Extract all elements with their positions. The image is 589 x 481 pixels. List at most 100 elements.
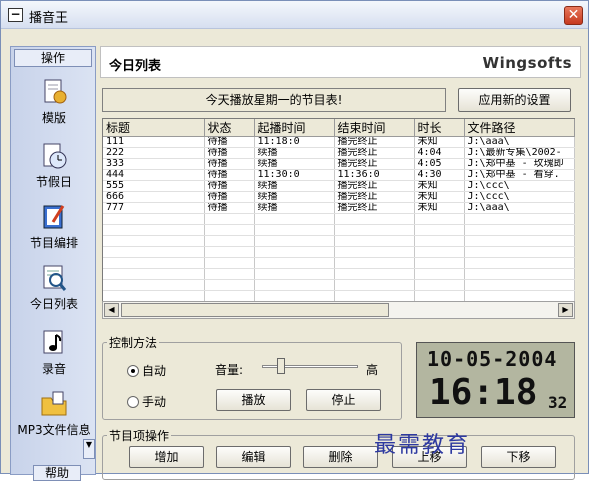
table-cell: 4:04	[414, 147, 465, 159]
table-cell	[103, 268, 205, 280]
table-cell: 11:18:0	[254, 136, 335, 148]
table-row[interactable]	[103, 235, 575, 247]
manual-label: 手动	[142, 395, 167, 409]
table-cell	[414, 257, 465, 269]
table-cell	[254, 224, 335, 236]
table-cell	[414, 235, 465, 247]
table-cell	[204, 290, 255, 302]
table-cell: 播完终止	[334, 136, 415, 148]
table-row[interactable]: 555 待播 续播 播完终止 未知 J:\ccc\	[103, 180, 575, 192]
table-cell	[334, 246, 415, 258]
record-icon	[43, 330, 63, 354]
clock-icon	[43, 143, 67, 169]
delete-button[interactable]: 删除	[303, 446, 378, 468]
manual-radio[interactable]: 手动	[127, 393, 166, 410]
table-row[interactable]	[103, 213, 575, 225]
table-cell: 待播	[204, 169, 255, 181]
system-menu-icon[interactable]: −	[8, 8, 23, 22]
schedule-edit-icon	[43, 205, 65, 229]
table-cell	[254, 279, 335, 291]
table-row[interactable]	[103, 279, 575, 291]
table-cell: 播完终止	[334, 147, 415, 159]
apply-settings-button[interactable]: 应用新的设置	[458, 88, 571, 112]
table-cell: 续播	[254, 202, 335, 214]
close-icon: ✕	[567, 7, 580, 23]
volume-slider-thumb[interactable]	[277, 358, 285, 374]
horizontal-scrollbar[interactable]: ◀ ▶	[102, 301, 575, 319]
sidebar-scroll-button[interactable]: ▼	[83, 439, 95, 459]
volume-label: 音量:	[215, 363, 244, 377]
table-cell: 待播	[204, 147, 255, 159]
table-row[interactable]: 444 待播 11:30:0 11:36:0 4:30 J:\郑中基 - 看穿.	[103, 169, 575, 181]
scrollbar-thumb[interactable]	[121, 303, 389, 317]
clock-seconds: 32	[548, 393, 568, 412]
column-header-path[interactable]: 文件路径	[464, 119, 575, 137]
table-row[interactable]	[103, 290, 575, 302]
table-cell	[334, 290, 415, 302]
column-header-status[interactable]: 状态	[204, 119, 255, 137]
table-cell	[464, 235, 575, 247]
auto-radio[interactable]: 自动	[127, 362, 166, 379]
table-row[interactable]	[103, 257, 575, 269]
table-cell: J:\郑中基 - 玫瑰即	[464, 158, 575, 170]
sidebar-item-mp3-info[interactable]: MP3文件信息	[11, 389, 97, 438]
sidebar-item-today-list[interactable]: 今日列表	[11, 263, 97, 312]
table-cell: 111	[103, 136, 205, 148]
table-row[interactable]	[103, 268, 575, 280]
move-down-button[interactable]: 下移	[481, 446, 556, 468]
radio-selected-icon	[127, 364, 139, 377]
main-panel: 今日列表 Wingsofts 今天播放星期一的节目表! 应用新的设置 标题 状态…	[100, 46, 581, 480]
table-row[interactable]: 777 待播 续播 播完终止 未知 J:\aaa\	[103, 202, 575, 214]
play-button[interactable]: 播放	[216, 389, 291, 411]
column-header-end[interactable]: 结束时间	[334, 119, 415, 137]
add-button[interactable]: 增加	[129, 446, 204, 468]
table-cell: 未知	[414, 136, 465, 148]
app-window: − 播音王 ✕ 操作 模版 节假日 节目编排 今日列表 录音 MP3文件信息 ▼…	[0, 0, 589, 481]
panel-header: 今日列表 Wingsofts	[100, 46, 581, 78]
table-cell	[254, 246, 335, 258]
lcd-clock: 10-05-2004 16:18 32	[416, 342, 575, 418]
table-cell: 未知	[414, 180, 465, 192]
edit-button[interactable]: 编辑	[216, 446, 291, 468]
chevron-left-icon: ◀	[108, 305, 115, 314]
today-list-table[interactable]: 标题 状态 起播时间 结束时间 时长 文件路径 111 待播 11:18:0 播完终止…	[102, 118, 575, 319]
table-cell	[414, 268, 465, 280]
sidebar-item-label: 节目编排	[29, 236, 78, 250]
table-row[interactable]: 222 待播 续播 播完终止 4:04 J:\最新专集\2002-	[103, 147, 575, 159]
table-cell	[204, 224, 255, 236]
table-cell	[464, 279, 575, 291]
table-row[interactable]	[103, 224, 575, 236]
table-cell	[103, 257, 205, 269]
table-cell	[414, 224, 465, 236]
scroll-right-button[interactable]: ▶	[558, 303, 573, 317]
table-row[interactable]: 666 待播 续播 播完终止 未知 J:\ccc\	[103, 191, 575, 203]
stop-button[interactable]: 停止	[306, 389, 381, 411]
column-header-start[interactable]: 起播时间	[254, 119, 335, 137]
table-cell	[334, 279, 415, 291]
close-button[interactable]: ✕	[564, 6, 583, 25]
table-cell: 333	[103, 158, 205, 170]
table-row[interactable]: 333 待播 续播 播完终止 4:05 J:\郑中基 - 玫瑰即	[103, 158, 575, 170]
help-button[interactable]: 帮助	[33, 465, 81, 481]
title-bar: − 播音王 ✕	[1, 1, 588, 29]
table-cell: 续播	[254, 191, 335, 203]
program-table: 标题 状态 起播时间 结束时间 时长 文件路径 111 待播 11:18:0 播完终止…	[103, 119, 575, 313]
sidebar-item-schedule-edit[interactable]: 节目编排	[11, 202, 97, 251]
scroll-left-button[interactable]: ◀	[104, 303, 119, 317]
sidebar-item-holiday[interactable]: 节假日	[11, 141, 97, 190]
table-cell: 4:05	[414, 158, 465, 170]
clock-date: 10-05-2004	[427, 347, 558, 371]
table-cell	[334, 268, 415, 280]
sidebar-item-record[interactable]: 录音	[11, 328, 97, 377]
table-cell: 未知	[414, 191, 465, 203]
table-cell: 待播	[204, 158, 255, 170]
column-header-duration[interactable]: 时长	[414, 119, 465, 137]
table-cell: 待播	[204, 191, 255, 203]
table-row[interactable]: 111 待播 11:18:0 播完终止 未知 J:\aaa\	[103, 136, 575, 148]
table-cell: J:\aaa\	[464, 202, 575, 214]
sidebar-item-template[interactable]: 模版	[11, 77, 97, 126]
table-cell	[254, 235, 335, 247]
column-header-title[interactable]: 标题	[103, 119, 205, 137]
volume-high-label: 高	[366, 363, 379, 377]
table-row[interactable]	[103, 246, 575, 258]
